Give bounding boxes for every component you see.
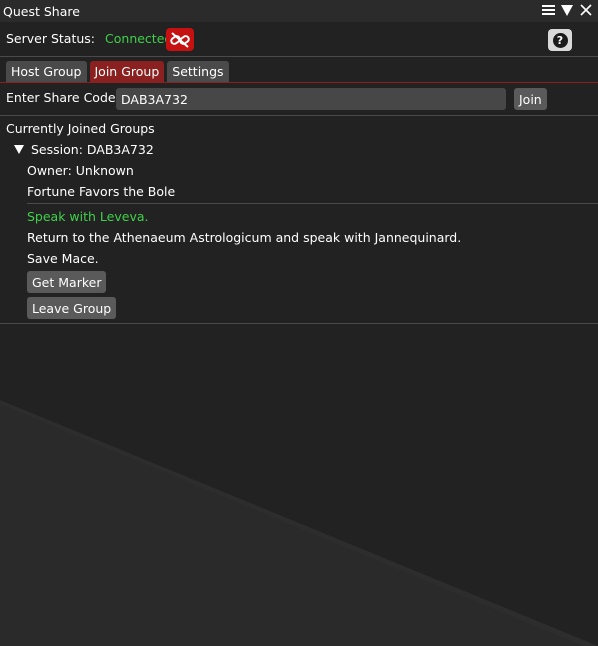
window-controls <box>540 2 594 18</box>
close-icon[interactable] <box>578 2 594 18</box>
help-button[interactable]: ? <box>548 29 572 51</box>
divider <box>0 115 598 116</box>
expanded-triangle-icon <box>14 145 24 154</box>
objective-item: Save Mace. <box>27 251 99 266</box>
session-owner: Owner: Unknown <box>27 163 134 178</box>
joined-groups-heading: Currently Joined Groups <box>6 121 155 136</box>
tab-join-group[interactable]: Join Group <box>89 61 165 82</box>
quest-share-window: Quest Share Server Status: Connected ? H… <box>0 0 598 646</box>
objective-item: Return to the Athenaeum Astrologicum and… <box>27 230 462 245</box>
divider <box>0 323 598 324</box>
share-code-input[interactable]: DAB3A732 <box>116 88 506 110</box>
title-bar[interactable]: Quest Share <box>0 0 598 22</box>
quest-name: Fortune Favors the Bole <box>27 184 176 199</box>
current-objective: Speak with Leveva. <box>27 209 149 224</box>
share-code-value: DAB3A732 <box>121 91 188 107</box>
tab-underline <box>0 82 598 83</box>
share-code-label: Enter Share Code: <box>6 90 120 105</box>
tab-bar: Host Group Join Group Settings <box>6 61 229 82</box>
join-button[interactable]: Join <box>514 88 547 110</box>
question-mark-icon: ? <box>552 32 568 48</box>
hamburger-menu-icon[interactable] <box>540 2 556 18</box>
session-tree-node[interactable]: Session: DAB3A732 <box>14 142 154 157</box>
unlink-chain-icon <box>170 31 190 48</box>
server-status-row: Server Status: Connected <box>6 31 172 46</box>
collapse-triangle-icon[interactable] <box>559 2 575 18</box>
leave-group-button[interactable]: Leave Group <box>27 297 117 319</box>
divider <box>0 56 598 57</box>
server-status-value: Connected <box>105 31 173 46</box>
session-label: Session: DAB3A732 <box>31 142 154 157</box>
server-status-label: Server Status: <box>6 31 96 46</box>
disconnect-button[interactable] <box>166 28 194 51</box>
tab-host-group[interactable]: Host Group <box>6 61 87 82</box>
tab-settings[interactable]: Settings <box>167 61 229 82</box>
window-title: Quest Share <box>3 3 80 19</box>
divider <box>27 203 598 204</box>
get-marker-button[interactable]: Get Marker <box>27 271 107 293</box>
